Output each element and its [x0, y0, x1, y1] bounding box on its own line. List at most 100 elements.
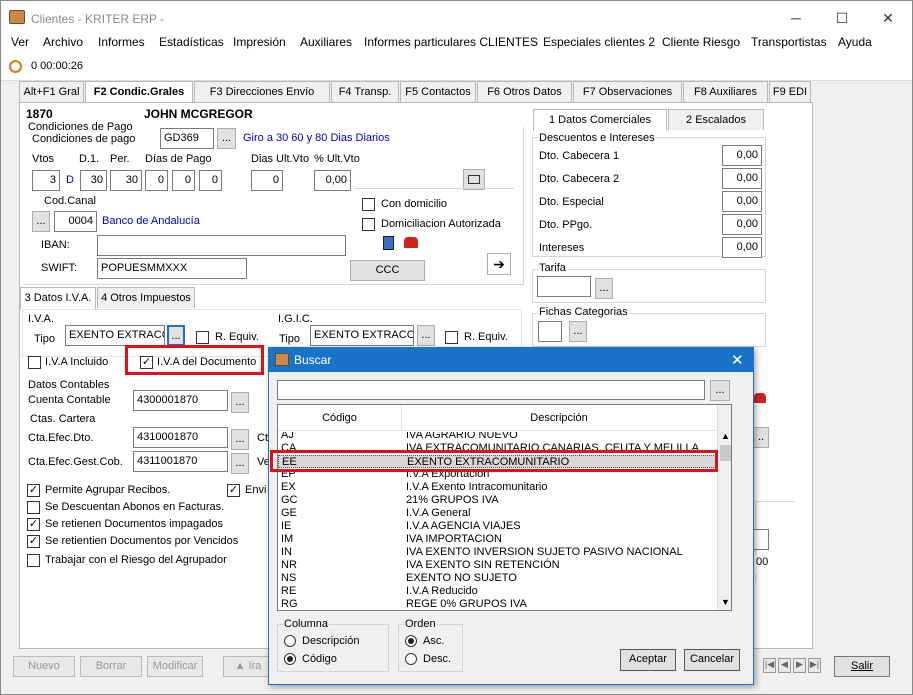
nuevo-button[interactable]: Nuevo: [13, 656, 75, 677]
gest-cob-input[interactable]: 4311001870: [133, 451, 228, 472]
tab-contactos[interactable]: F5 Contactos: [400, 81, 476, 102]
radio-codigo[interactable]: [284, 653, 296, 665]
iva-lookup-button[interactable]: ...: [167, 325, 185, 346]
phone-icon[interactable]: [404, 237, 418, 248]
table-row[interactable]: GC 21% GRUPOS IVA: [278, 494, 716, 507]
dto-cabecera1-input[interactable]: 0,00: [722, 145, 762, 166]
iva-r-equiv-checkbox[interactable]: [196, 331, 209, 344]
cancelar-button[interactable]: Cancelar: [684, 649, 740, 671]
book-icon[interactable]: [383, 236, 394, 250]
igic-lookup-button[interactable]: ...: [417, 325, 435, 346]
payment-code-input[interactable]: GD369: [160, 128, 214, 149]
per-input[interactable]: 30: [110, 170, 142, 191]
efec-dto-input[interactable]: 4310001870: [133, 427, 228, 448]
column-header-descripcion[interactable]: Descripción: [402, 405, 716, 431]
menu-cliente-riesgo[interactable]: Cliente Riesgo: [662, 35, 740, 49]
borrar-button[interactable]: Borrar: [80, 656, 142, 677]
next-record-icon[interactable]: ▶: [793, 658, 806, 673]
table-row[interactable]: NS EXENTO NO SUJETO: [278, 572, 716, 585]
radio-descripcion[interactable]: [284, 635, 296, 647]
d1-input[interactable]: 30: [80, 170, 107, 191]
intereses-input[interactable]: 0,00: [722, 237, 762, 258]
prev-record-icon[interactable]: ◀: [778, 658, 791, 673]
scroll-up-icon[interactable]: ▲: [721, 431, 730, 441]
dia2-input[interactable]: 0: [172, 170, 195, 191]
menu-informes-particulares[interactable]: Informes particulares CLIENTES: [364, 35, 538, 49]
table-row[interactable]: IM IVA IMPORTACION: [278, 533, 716, 546]
ccc-button[interactable]: CCC: [350, 260, 425, 281]
dialog-close-icon[interactable]: ✕: [731, 351, 744, 369]
dia3-input[interactable]: 0: [199, 170, 222, 191]
notes-button[interactable]: [463, 169, 485, 190]
gest-cob-lookup-button[interactable]: ...: [231, 453, 249, 474]
first-record-icon[interactable]: |◀: [763, 658, 776, 673]
dia1-input[interactable]: 0: [145, 170, 168, 191]
ira-button[interactable]: ▲ Ira: [223, 656, 273, 677]
cuenta-contable-input[interactable]: 4300001870: [133, 390, 228, 411]
right-lookup-button[interactable]: ..: [753, 427, 769, 448]
efec-dto-lookup-button[interactable]: ...: [231, 429, 249, 450]
fichas-lookup-button[interactable]: ...: [569, 321, 587, 342]
menu-archivo[interactable]: Archivo: [43, 35, 83, 49]
table-row[interactable]: EX I.V.A Exento Intracomunitario: [278, 481, 716, 494]
tab-datos-iva[interactable]: 3 Datos I.V.A.: [20, 287, 96, 309]
tab-otros-impuestos[interactable]: 4 Otros Impuestos: [97, 287, 195, 308]
radio-desc[interactable]: [405, 653, 417, 665]
pct-ult-input[interactable]: 0,00: [314, 170, 351, 191]
aceptar-button[interactable]: Aceptar: [620, 649, 676, 671]
vtos-input[interactable]: 3: [32, 170, 60, 191]
tab-escalados[interactable]: 2 Escalados: [668, 109, 764, 130]
tab-direcciones[interactable]: F3 Direcciones Envío: [194, 81, 330, 102]
modificar-button[interactable]: Modificar: [147, 656, 203, 677]
riesgo-agrupador-checkbox[interactable]: [27, 554, 40, 567]
radio-asc[interactable]: [405, 635, 417, 647]
tarifa-lookup-button[interactable]: ...: [595, 278, 613, 299]
table-row[interactable]: AJ IVA AGRARIO NUEVO: [278, 432, 716, 442]
domiciliacion-checkbox[interactable]: [362, 218, 375, 231]
minimize-button[interactable]: ─: [773, 5, 819, 31]
table-row[interactable]: IN IVA EXENTO INVERSION SUJETO PASIVO NAC…: [278, 546, 716, 559]
agrupar-recibos-checkbox[interactable]: ✓: [27, 484, 40, 497]
results-scrollbar[interactable]: ▲ ▼: [717, 405, 731, 610]
iva-tipo-input[interactable]: EXENTO EXTRACOM: [65, 325, 165, 346]
scroll-down-icon[interactable]: ▼: [721, 597, 730, 607]
dto-especial-input[interactable]: 0,00: [722, 191, 762, 212]
menu-ayuda[interactable]: Ayuda: [838, 35, 872, 49]
dias-ult-input[interactable]: 0: [251, 170, 283, 191]
descuentan-abonos-checkbox[interactable]: [27, 501, 40, 514]
tab-condiciones[interactable]: F2 Condic.Grales: [85, 81, 193, 103]
envio-checkbox[interactable]: ✓: [227, 484, 240, 497]
menu-impresion[interactable]: Impresión: [233, 35, 286, 49]
con-domicilio-checkbox[interactable]: [362, 198, 375, 211]
next-button[interactable]: ➔: [487, 253, 511, 275]
column-header-codigo[interactable]: Código: [278, 405, 402, 431]
salir-button[interactable]: Salir: [834, 656, 890, 677]
canal-lookup-button[interactable]: ...: [32, 211, 50, 232]
menu-informes[interactable]: Informes: [98, 35, 145, 49]
dto-ppgo-input[interactable]: 0,00: [722, 214, 762, 235]
tab-auxiliares[interactable]: F8 Auxiliares: [683, 81, 768, 102]
phone-icon-right[interactable]: [754, 393, 766, 403]
tab-edi[interactable]: F9 EDI: [769, 81, 811, 102]
right-lower-input[interactable]: [753, 529, 769, 550]
retienen-vencidos-checkbox[interactable]: ✓: [27, 535, 40, 548]
payment-lookup-button[interactable]: ...: [217, 128, 236, 149]
menu-especiales[interactable]: Especiales clientes 2: [543, 35, 655, 49]
table-row[interactable]: NR IVA EXENTO SIN RETENCIÓN: [278, 559, 716, 572]
last-record-icon[interactable]: ▶|: [808, 658, 821, 673]
igic-r-equiv-checkbox[interactable]: [445, 331, 458, 344]
table-row[interactable]: RE I.V.A Reducido: [278, 585, 716, 598]
table-row[interactable]: RG REGE 0% GRUPOS IVA: [278, 598, 716, 610]
maximize-button[interactable]: ☐: [819, 5, 865, 31]
iban-input[interactable]: [97, 235, 346, 256]
cuenta-lookup-button[interactable]: ...: [231, 392, 249, 413]
menu-transportistas[interactable]: Transportistas: [751, 35, 827, 49]
tab-datos-comerciales[interactable]: 1 Datos Comerciales: [533, 109, 667, 131]
tab-otros-datos[interactable]: F6 Otros Datos: [477, 81, 572, 102]
tarifa-input[interactable]: [537, 276, 591, 297]
menu-estadisticas[interactable]: Estadísticas: [159, 35, 224, 49]
iva-incluido-checkbox[interactable]: [28, 356, 41, 369]
canal-code-input[interactable]: 0004: [54, 211, 97, 232]
fichas-input[interactable]: [538, 321, 562, 342]
retienen-impagados-checkbox[interactable]: ✓: [27, 518, 40, 531]
